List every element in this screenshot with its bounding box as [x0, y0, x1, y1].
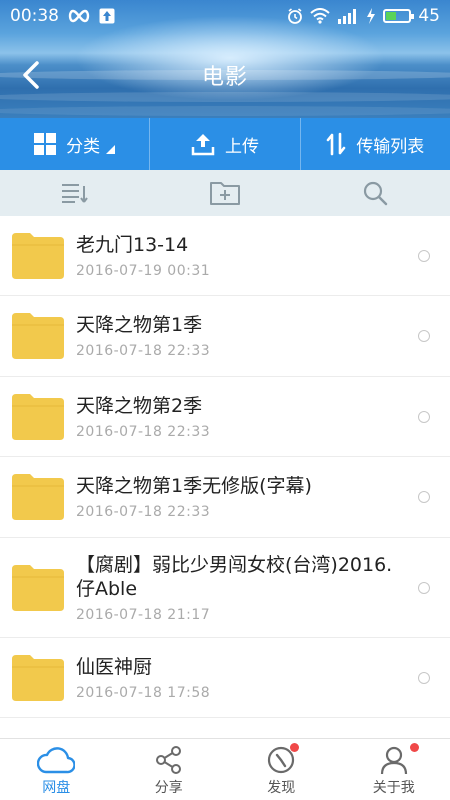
folder-icon — [12, 313, 64, 359]
title-bar: 电影 — [0, 44, 450, 106]
battery-level: 45 — [418, 6, 440, 26]
toolbar — [0, 170, 450, 216]
app-screen: 00:38 45 电影 分类 上传 传输列表 老九门13-14 2016-07-… — [0, 0, 450, 800]
file-list: 老九门13-14 2016-07-19 00:31 天降之物第1季 2016-0… — [0, 216, 450, 718]
nav-label: 关于我 — [372, 780, 415, 796]
sort-button[interactable] — [0, 182, 150, 204]
file-row[interactable]: 天降之物第1季 2016-07-18 22:33 — [0, 296, 450, 377]
upload-label: 上传 — [224, 136, 259, 157]
folder-icon — [12, 564, 64, 611]
cloud-icon — [37, 747, 76, 774]
upload-icon — [191, 134, 215, 156]
file-name: 老九门13-14 — [76, 233, 189, 256]
file-row[interactable]: 仙医神厨 2016-07-18 17:58 — [0, 638, 450, 718]
nav-label: 网盘 — [42, 780, 71, 796]
select-radio[interactable] — [418, 491, 430, 503]
select-radio[interactable] — [418, 581, 430, 594]
grid-icon — [34, 133, 57, 155]
battery-fill — [386, 12, 397, 20]
file-text: 老九门13-14 2016-07-19 00:31 — [76, 233, 402, 279]
action-bar: 分类 上传 传输列表 — [0, 118, 450, 170]
wifi-icon — [310, 8, 331, 24]
folder-icon — [12, 393, 64, 440]
header-wave — [0, 106, 450, 116]
file-date: 2016-07-18 22:33 — [76, 423, 211, 440]
notification-badge — [290, 743, 299, 752]
dropdown-triangle-icon — [106, 144, 116, 154]
file-date: 2016-07-19 00:31 — [76, 262, 211, 279]
file-text: 仙医神厨 2016-07-18 17:58 — [76, 655, 402, 701]
nav-item-discover[interactable]: 发现 — [225, 739, 338, 800]
share-icon — [155, 746, 181, 774]
file-name: 天降之物第1季无修版(字幕) — [76, 475, 312, 497]
page-title: 电影 — [201, 65, 248, 90]
transfer-list-button[interactable]: 传输列表 — [299, 118, 450, 170]
category-button[interactable]: 分类 — [0, 118, 149, 170]
file-row[interactable]: 天降之物第1季无修版(字幕) 2016-07-18 22:33 — [0, 457, 450, 538]
file-text: 天降之物第2季 2016-07-18 22:33 — [76, 394, 402, 440]
file-text: 天降之物第1季 2016-07-18 22:33 — [76, 313, 402, 359]
file-date: 2016-07-18 17:58 — [76, 684, 211, 701]
battery-icon — [383, 9, 415, 23]
folder-icon — [12, 654, 64, 701]
back-button[interactable] — [14, 58, 48, 92]
search-button[interactable] — [300, 180, 450, 206]
transfer-arrows-icon — [327, 132, 346, 156]
transfer-list-label: 传输列表 — [356, 136, 425, 157]
signal-icon — [337, 8, 359, 24]
file-name: 仙医神厨 — [76, 655, 153, 678]
select-radio[interactable] — [418, 249, 430, 262]
select-radio[interactable] — [418, 410, 430, 423]
nav-label: 分享 — [154, 780, 183, 796]
file-name: 天降之物第1季 — [76, 314, 203, 336]
file-date: 2016-07-18 22:33 — [76, 504, 211, 520]
infinity-icon — [67, 9, 91, 23]
file-name: 【腐剧】弱比少男闯女校(台湾)2016.仔Able — [76, 553, 393, 600]
select-radio[interactable] — [418, 330, 430, 342]
status-bar: 00:38 45 — [0, 0, 450, 32]
nav-label: 发现 — [267, 780, 296, 796]
chevron-left-icon — [23, 61, 39, 89]
file-date: 2016-07-18 22:33 — [76, 343, 211, 359]
folder-icon — [12, 474, 64, 520]
person-icon — [380, 746, 407, 775]
nav-item-netdisk[interactable]: 网盘 — [0, 739, 113, 800]
file-row[interactable]: 老九门13-14 2016-07-19 00:31 — [0, 216, 450, 296]
nav-item-about-me[interactable]: 关于我 — [338, 739, 450, 800]
folder-icon — [12, 232, 64, 279]
status-time: 00:38 — [10, 6, 59, 26]
new-folder-icon — [210, 182, 240, 205]
charging-icon — [366, 8, 376, 24]
file-row[interactable]: 【腐剧】弱比少男闯女校(台湾)2016.仔Able 2016-07-18 21:… — [0, 538, 450, 638]
search-icon — [363, 181, 388, 206]
file-name: 天降之物第2季 — [76, 394, 203, 417]
upload-button[interactable]: 上传 — [149, 118, 299, 170]
upload-notification-icon — [99, 8, 115, 24]
select-radio[interactable] — [418, 671, 430, 684]
file-row[interactable]: 天降之物第2季 2016-07-18 22:33 — [0, 377, 450, 457]
nav-item-share[interactable]: 分享 — [113, 739, 226, 800]
new-folder-button[interactable] — [150, 180, 300, 206]
alarm-icon — [287, 8, 303, 24]
file-text: 天降之物第1季无修版(字幕) 2016-07-18 22:33 — [76, 474, 402, 520]
sort-list-icon — [62, 184, 88, 203]
category-label: 分类 — [66, 136, 101, 157]
bottom-nav: 网盘 分享 发现 关于我 — [0, 738, 450, 800]
notification-badge — [409, 743, 419, 752]
header: 00:38 45 电影 — [0, 0, 450, 118]
file-date: 2016-07-18 21:17 — [76, 606, 211, 623]
file-text: 【腐剧】弱比少男闯女校(台湾)2016.仔Able 2016-07-18 21:… — [76, 553, 402, 623]
